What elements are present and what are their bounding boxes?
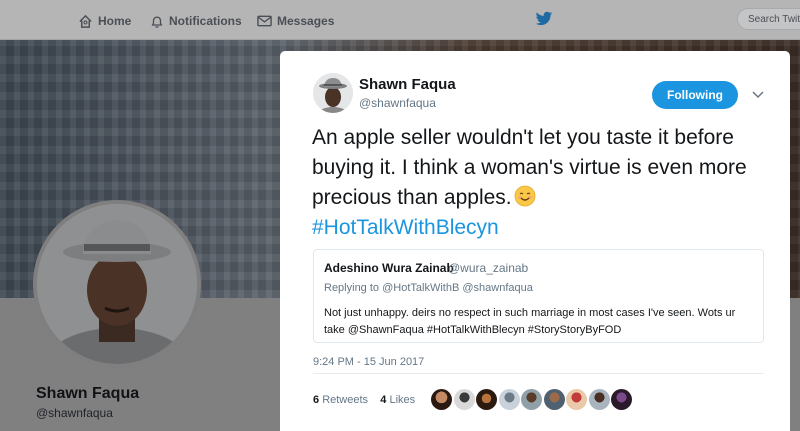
liker-avatar[interactable]: [521, 389, 542, 410]
tweet-text: An apple seller wouldn't let you taste i…: [312, 123, 772, 243]
profile-avatar[interactable]: [33, 200, 201, 368]
tweet-timestamp[interactable]: 9:24 PM - 15 Jun 2017: [313, 356, 424, 368]
quote-author-name: Adeshino Wura Zainab: [324, 261, 454, 275]
twitter-bird-icon[interactable]: [535, 11, 553, 27]
retweets-label[interactable]: Retweets: [322, 394, 368, 406]
likes-count: 4: [380, 394, 387, 406]
nav-home-label: Home: [98, 14, 132, 28]
divider: [313, 373, 764, 374]
author-avatar[interactable]: [313, 73, 353, 113]
nav-messages-label: Messages: [277, 14, 335, 28]
author-handle[interactable]: @shawnfaqua: [359, 96, 436, 110]
retweets-count: 6: [313, 394, 320, 406]
liker-avatar[interactable]: [543, 389, 565, 410]
quote-author-handle: @wura_zainab: [448, 261, 529, 275]
liker-avatar[interactable]: [498, 389, 520, 410]
quoted-tweet[interactable]: Adeshino Wura Zainab @wura_zainab Replyi…: [313, 249, 764, 343]
home-icon: [79, 14, 92, 28]
profile-handle: @shawnfaqua: [36, 406, 113, 420]
liker-avatar[interactable]: [476, 389, 497, 410]
liker-avatar[interactable]: [453, 389, 475, 410]
following-button[interactable]: Following: [652, 81, 738, 109]
search-input[interactable]: Search Twitt: [737, 8, 800, 30]
author-avatar-image: [313, 73, 353, 113]
profile-avatar-image: [37, 204, 197, 364]
quote-replying-to: Replying to @HotTalkWithB @shawnfaqua: [324, 282, 533, 294]
replying-to-link-1[interactable]: @HotTalkWithB: [382, 282, 459, 294]
liker-avatar[interactable]: [431, 389, 452, 410]
nav-notifications-label: Notifications: [169, 14, 242, 28]
liker-avatar[interactable]: [566, 389, 587, 410]
top-nav: Home Notifications Messages Search Twitt: [0, 0, 800, 40]
likers-avatars: [431, 389, 634, 410]
quote-text: Not just unhappy. deirs no respect in su…: [324, 307, 736, 336]
nav-home[interactable]: Home: [78, 12, 131, 30]
liker-avatar[interactable]: [611, 389, 632, 410]
nav-notifications[interactable]: Notifications: [150, 12, 242, 30]
envelope-icon: [257, 15, 272, 27]
replying-prefix: Replying to: [324, 282, 380, 294]
bell-icon: [151, 15, 163, 28]
tweet-stats: 6 Retweets 4 Likes: [313, 394, 415, 406]
tweet-modal: Shawn Faqua @shawnfaqua Following An app…: [280, 51, 790, 431]
likes-label[interactable]: Likes: [389, 394, 415, 406]
replying-to-link-2[interactable]: @shawnfaqua: [462, 282, 533, 294]
chevron-down-icon[interactable]: [752, 91, 764, 99]
tweet-hashtag-link[interactable]: #HotTalkWithBlecyn: [312, 213, 772, 243]
nav-messages[interactable]: Messages: [257, 12, 334, 30]
author-name[interactable]: Shawn Faqua: [359, 76, 456, 93]
liker-avatar[interactable]: [588, 389, 610, 410]
smiling-face-emoji-icon: [514, 185, 536, 207]
profile-name: Shawn Faqua: [36, 385, 140, 402]
